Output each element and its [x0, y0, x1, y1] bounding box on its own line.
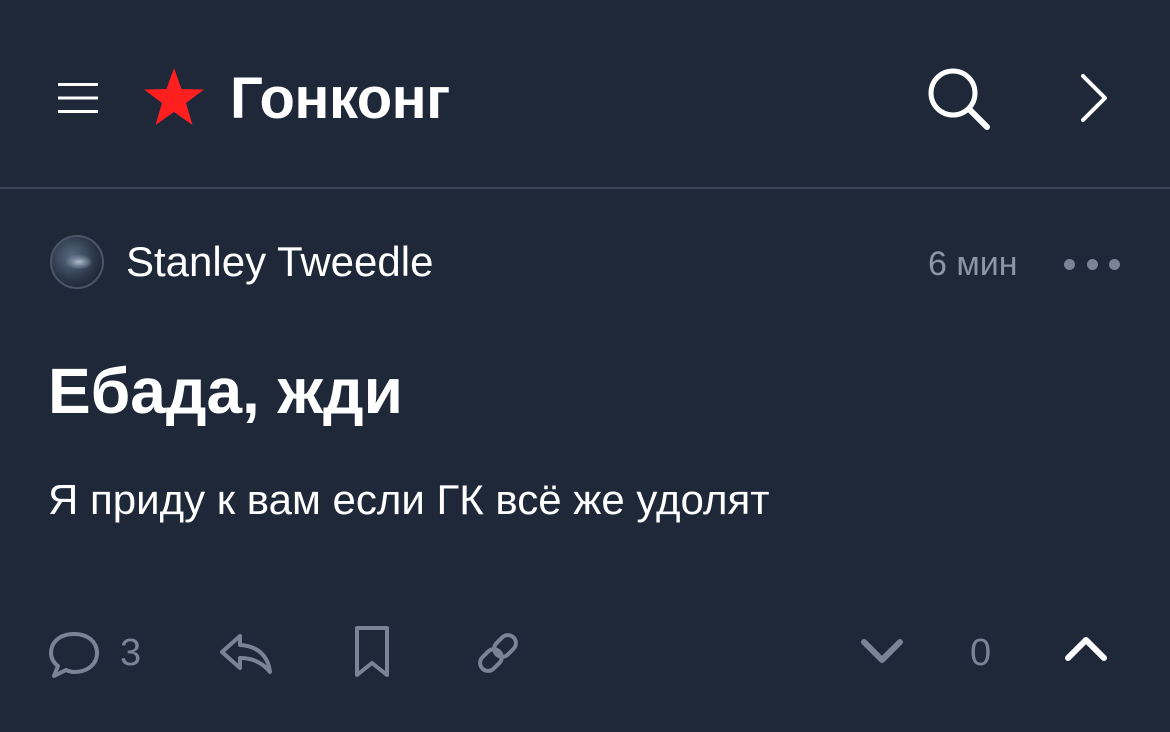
score: 0 — [970, 632, 992, 674]
post-card: Stanley Tweedle 6 мин Ебада, жди Я приду… — [0, 191, 1170, 732]
chevron-up-icon — [1065, 637, 1107, 661]
menu-button[interactable] — [50, 70, 106, 126]
more-dots-icon — [1064, 258, 1075, 270]
post-body: Я приду к вам если ГК всё же удолят — [48, 476, 770, 523]
post-time: 6 мин — [928, 245, 1018, 283]
more-options-button[interactable] — [1064, 249, 1120, 279]
chevron-right-icon — [1081, 74, 1107, 122]
avatar[interactable] — [50, 235, 104, 289]
share-button[interactable] — [218, 629, 274, 677]
page-title: Гонконг — [230, 66, 450, 131]
author-name[interactable]: Stanley Tweedle — [126, 237, 433, 287]
downvote-button[interactable] — [856, 631, 908, 671]
upvote-button[interactable] — [1060, 629, 1112, 669]
comment-bubble-icon — [49, 632, 99, 678]
bookmark-icon — [355, 626, 389, 677]
comments-button[interactable] — [46, 629, 102, 681]
search-button[interactable] — [922, 62, 996, 136]
more-dots-icon — [1109, 258, 1120, 270]
post-title[interactable]: Ебада, жди — [48, 353, 403, 429]
comments-count[interactable]: 3 — [120, 631, 141, 675]
chevron-down-icon — [861, 639, 903, 663]
red-star-icon — [144, 68, 204, 125]
link-icon — [478, 633, 518, 673]
top-app-bar: Гонконг — [0, 0, 1170, 189]
hamburger-menu-icon — [58, 83, 98, 113]
bookmark-button[interactable] — [350, 625, 394, 679]
more-dots-icon — [1086, 258, 1098, 270]
forward-button[interactable] — [1068, 66, 1118, 130]
reply-arrow-icon — [220, 634, 272, 674]
copy-link-button[interactable] — [472, 627, 524, 679]
search-icon — [928, 68, 990, 130]
